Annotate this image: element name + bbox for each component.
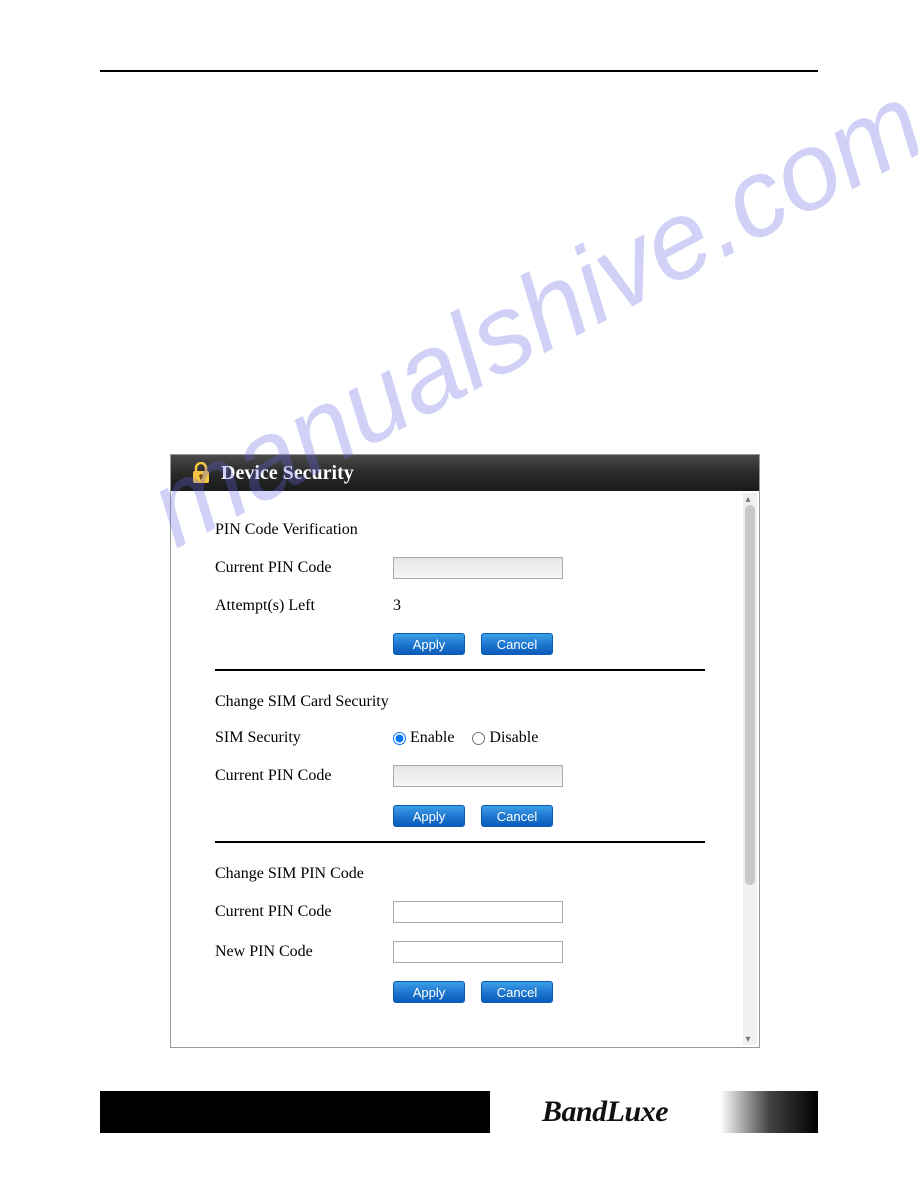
sim-disable-radio[interactable] <box>472 732 485 745</box>
sim-enable-radio[interactable] <box>393 732 406 745</box>
current-pin-label-2: Current PIN Code <box>215 767 393 785</box>
sim-security-heading: Change SIM Card Security <box>215 693 729 711</box>
current-pin-label-1: Current PIN Code <box>215 559 393 577</box>
panel-header: Device Security <box>171 455 759 491</box>
new-pin-label: New PIN Code <box>215 943 393 961</box>
sim-enable-option[interactable]: Enable <box>393 729 454 747</box>
change-pin-heading: Change SIM PIN Code <box>215 865 729 883</box>
sim-security-label: SIM Security <box>215 729 393 747</box>
sim-disable-option[interactable]: Disable <box>472 729 538 747</box>
current-pin-label-3: Current PIN Code <box>215 903 393 921</box>
current-pin-input-1[interactable] <box>393 557 563 579</box>
cancel-button-2[interactable]: Cancel <box>481 805 553 827</box>
footer-black-strip <box>100 1091 490 1133</box>
footer-gradient <box>720 1091 818 1133</box>
apply-button-2[interactable]: Apply <box>393 805 465 827</box>
current-pin-input-2[interactable] <box>393 765 563 787</box>
scroll-down-icon[interactable]: ▾ <box>742 1033 754 1045</box>
lock-icon <box>191 462 211 484</box>
section-divider-2 <box>215 841 705 843</box>
scrollbar-thumb[interactable] <box>745 505 755 885</box>
enable-label: Enable <box>410 729 454 747</box>
cancel-button-3[interactable]: Cancel <box>481 981 553 1003</box>
scrollbar-track[interactable]: ▴ ▾ <box>743 493 757 1045</box>
attempts-left-label: Attempt(s) Left <box>215 597 393 615</box>
device-security-panel: Device Security ▴ ▾ PIN Code Verificatio… <box>170 454 760 1048</box>
footer-bar: BandLuxe <box>100 1091 818 1133</box>
apply-button-1[interactable]: Apply <box>393 633 465 655</box>
scroll-up-icon[interactable]: ▴ <box>742 493 754 505</box>
apply-button-3[interactable]: Apply <box>393 981 465 1003</box>
section-divider-1 <box>215 669 705 671</box>
pin-verification-heading: PIN Code Verification <box>215 521 729 539</box>
current-pin-input-3[interactable] <box>393 901 563 923</box>
brand-logo: BandLuxe <box>490 1091 720 1133</box>
attempts-left-value: 3 <box>393 597 401 615</box>
panel-title: Device Security <box>221 462 354 485</box>
disable-label: Disable <box>489 729 538 747</box>
new-pin-input[interactable] <box>393 941 563 963</box>
cancel-button-1[interactable]: Cancel <box>481 633 553 655</box>
scroll-area: ▴ ▾ PIN Code Verification Current PIN Co… <box>171 491 759 1047</box>
page-top-rule <box>100 70 818 72</box>
